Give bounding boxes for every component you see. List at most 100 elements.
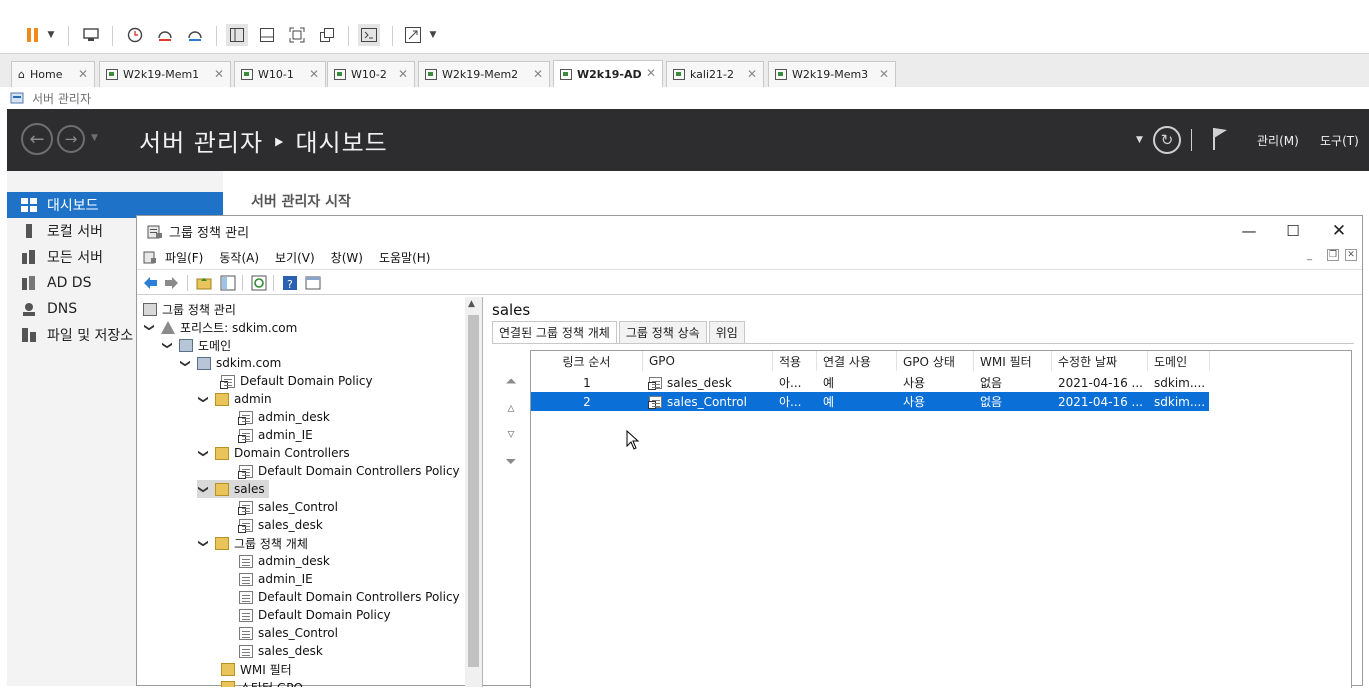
menu-help[interactable]: 도움말(H) bbox=[379, 249, 431, 266]
column-header-gpo[interactable]: GPO bbox=[643, 351, 773, 371]
tab-home[interactable]: ⌂ Home ✕ bbox=[11, 61, 95, 87]
tree-node-admin-ou[interactable]: ❯ admin bbox=[197, 390, 272, 408]
tab-w2k19-mem2[interactable]: W2k19-Mem2 ✕ bbox=[418, 61, 550, 87]
chevron-down-icon[interactable]: ❯ bbox=[198, 393, 209, 405]
tree-node-sdkim-com[interactable]: ❯ sdkim.com bbox=[179, 354, 282, 372]
chevron-down-icon[interactable]: ❯ bbox=[198, 483, 209, 495]
close-icon[interactable]: ✕ bbox=[747, 67, 757, 81]
snapshot-manager-icon[interactable] bbox=[184, 24, 206, 46]
column-header-domain[interactable]: 도메인 bbox=[1148, 351, 1210, 371]
chevron-down-icon[interactable]: ❯ bbox=[180, 357, 191, 369]
tree-node-admin-desk-link[interactable]: admin_desk bbox=[238, 408, 330, 426]
send-ctrl-alt-del-icon[interactable] bbox=[80, 24, 102, 46]
stretch-icon[interactable] bbox=[402, 24, 424, 46]
refresh-icon[interactable]: ↻ bbox=[1153, 126, 1181, 154]
snapshot-icon[interactable] bbox=[124, 24, 146, 46]
tree-scrollbar[interactable]: ▲ bbox=[465, 297, 482, 687]
close-icon[interactable]: ✕ bbox=[646, 66, 656, 80]
scroll-up-icon[interactable]: ▲ bbox=[468, 299, 475, 309]
tree-node-gpo-admin-ie[interactable]: admin_IE bbox=[239, 570, 313, 588]
properties-icon[interactable] bbox=[305, 275, 321, 291]
chevron-down-icon[interactable]: ❯ bbox=[144, 321, 155, 333]
chevron-down-icon[interactable]: ▼ bbox=[44, 24, 58, 46]
move-up-icon[interactable]: ▵ bbox=[502, 400, 520, 416]
refresh-icon[interactable] bbox=[251, 275, 267, 291]
column-header-enforced[interactable]: 적용 bbox=[773, 351, 817, 371]
table-row-selected[interactable]: 2 sales_Control 아... 예 사용 없음 2021-04-16 … bbox=[531, 392, 1209, 411]
table-row[interactable]: 1 sales_desk 아... 예 사용 없음 2021-04-16 ...… bbox=[531, 373, 1209, 392]
tab-w2k19-mem1[interactable]: W2k19-Mem1 ✕ bbox=[99, 61, 231, 87]
tree-node-sales-ou[interactable]: ❯ sales bbox=[197, 480, 269, 498]
chevron-down-icon[interactable]: ❯ bbox=[198, 447, 209, 459]
mdi-close-button[interactable]: ✕ bbox=[1345, 249, 1357, 261]
tab-w2k19-mem3[interactable]: W2k19-Mem3 ✕ bbox=[768, 61, 896, 87]
tab-w10-1[interactable]: W10-1 ✕ bbox=[234, 61, 326, 87]
maximize-button[interactable]: ☐ bbox=[1273, 220, 1313, 242]
move-to-bottom-icon[interactable]: ⏷ bbox=[502, 454, 520, 470]
back-icon[interactable]: ← bbox=[21, 123, 53, 155]
library-view-icon[interactable] bbox=[226, 24, 248, 46]
tree-node-default-dc-policy-link[interactable]: Default Domain Controllers Policy bbox=[238, 462, 460, 480]
chevron-down-icon[interactable]: ❯ bbox=[198, 537, 209, 549]
fullscreen-icon[interactable] bbox=[286, 24, 308, 46]
tree-node-admin-ie-link[interactable]: admin_IE bbox=[238, 426, 313, 444]
close-icon[interactable]: ✕ bbox=[309, 67, 319, 81]
tab-kali21-2[interactable]: kali21-2 ✕ bbox=[666, 61, 764, 87]
close-icon[interactable]: ✕ bbox=[214, 67, 224, 81]
menu-action[interactable]: 동작(A) bbox=[219, 249, 259, 266]
column-header-modified[interactable]: 수정한 날짜 bbox=[1052, 351, 1148, 371]
tree-node-wmi-filters[interactable]: WMI 필터 bbox=[221, 660, 292, 678]
flag-icon[interactable] bbox=[1211, 126, 1229, 155]
menu-file[interactable]: 파일(F) bbox=[165, 249, 203, 266]
tree-node-gpo-sales-desk[interactable]: sales_desk bbox=[239, 642, 323, 660]
tab-w10-2[interactable]: W10-2 ✕ bbox=[327, 61, 415, 87]
close-button[interactable]: ✕ bbox=[1319, 220, 1359, 242]
tree-node-forest[interactable]: ❯ 포리스트: sdkim.com bbox=[143, 318, 297, 336]
close-icon[interactable]: ✕ bbox=[533, 67, 543, 81]
move-down-icon[interactable]: ▿ bbox=[502, 426, 520, 442]
console-icon[interactable] bbox=[358, 24, 380, 46]
tree-node-domains[interactable]: ❯ 도메인 bbox=[161, 336, 231, 354]
tree-node-gpo-admin-desk[interactable]: admin_desk bbox=[239, 552, 330, 570]
tree-node-sales-control-link[interactable]: sales_Control bbox=[238, 498, 338, 516]
help-icon[interactable]: ? bbox=[282, 275, 298, 291]
menu-view[interactable]: 보기(V) bbox=[275, 249, 315, 266]
tree-node-default-domain-policy-link[interactable]: Default Domain Policy bbox=[220, 372, 373, 390]
manage-menu[interactable]: 관리(M) bbox=[1257, 132, 1299, 149]
up-folder-icon[interactable] bbox=[196, 275, 212, 291]
column-header-wmi-filter[interactable]: WMI 필터 bbox=[974, 351, 1052, 371]
tree-node-sales-desk-link[interactable]: sales_desk bbox=[238, 516, 323, 534]
pause-icon[interactable] bbox=[22, 24, 44, 46]
forward-icon[interactable]: → bbox=[57, 125, 85, 153]
minimize-button[interactable]: — bbox=[1229, 220, 1269, 242]
tree-node-gpm-root[interactable]: 그룹 정책 관리 bbox=[143, 300, 236, 318]
tree-node-domain-controllers[interactable]: ❯ Domain Controllers bbox=[197, 444, 350, 462]
unity-icon[interactable] bbox=[316, 24, 338, 46]
scrollbar-thumb[interactable] bbox=[468, 315, 479, 667]
revert-snapshot-icon[interactable] bbox=[154, 24, 176, 46]
close-icon[interactable]: ✕ bbox=[78, 67, 88, 81]
chevron-down-icon[interactable]: ▼ bbox=[91, 133, 98, 143]
mdi-restore-button[interactable]: ❐ bbox=[1327, 249, 1339, 261]
close-icon[interactable]: ✕ bbox=[398, 67, 408, 81]
chevron-down-icon[interactable]: ▼ bbox=[1136, 135, 1143, 145]
tree-node-gpo-container[interactable]: ❯ 그룹 정책 개체 bbox=[197, 534, 308, 552]
app-menu-icon[interactable] bbox=[143, 251, 157, 264]
column-header-link-order[interactable]: 링크 순서 bbox=[531, 351, 643, 371]
show-hide-tree-icon[interactable] bbox=[220, 275, 236, 291]
move-to-top-icon[interactable]: ⏶ bbox=[502, 374, 520, 390]
chevron-down-icon[interactable]: ▼ bbox=[426, 24, 440, 46]
tree-node-gpo-default-dc-policy[interactable]: Default Domain Controllers Policy bbox=[239, 588, 460, 606]
tree-node-gpo-default-domain-policy[interactable]: Default Domain Policy bbox=[239, 606, 391, 624]
back-arrow-icon[interactable] bbox=[142, 275, 158, 291]
tools-menu[interactable]: 도구(T) bbox=[1320, 132, 1359, 149]
column-header-link-enabled[interactable]: 연결 사용 bbox=[817, 351, 897, 371]
thumbnail-view-icon[interactable] bbox=[256, 24, 278, 46]
tab-gp-inheritance[interactable]: 그룹 정책 상속 bbox=[618, 321, 707, 343]
tree-node-gpo-sales-control[interactable]: sales_Control bbox=[239, 624, 338, 642]
mdi-minimize-button[interactable]: _ bbox=[1307, 250, 1312, 261]
tab-linked-gpos[interactable]: 연결된 그룹 정책 개체 bbox=[492, 321, 617, 343]
tab-w2k19-ad[interactable]: W2k19-AD ✕ bbox=[553, 60, 663, 88]
forward-arrow-icon[interactable] bbox=[164, 275, 180, 291]
close-icon[interactable]: ✕ bbox=[879, 67, 889, 81]
